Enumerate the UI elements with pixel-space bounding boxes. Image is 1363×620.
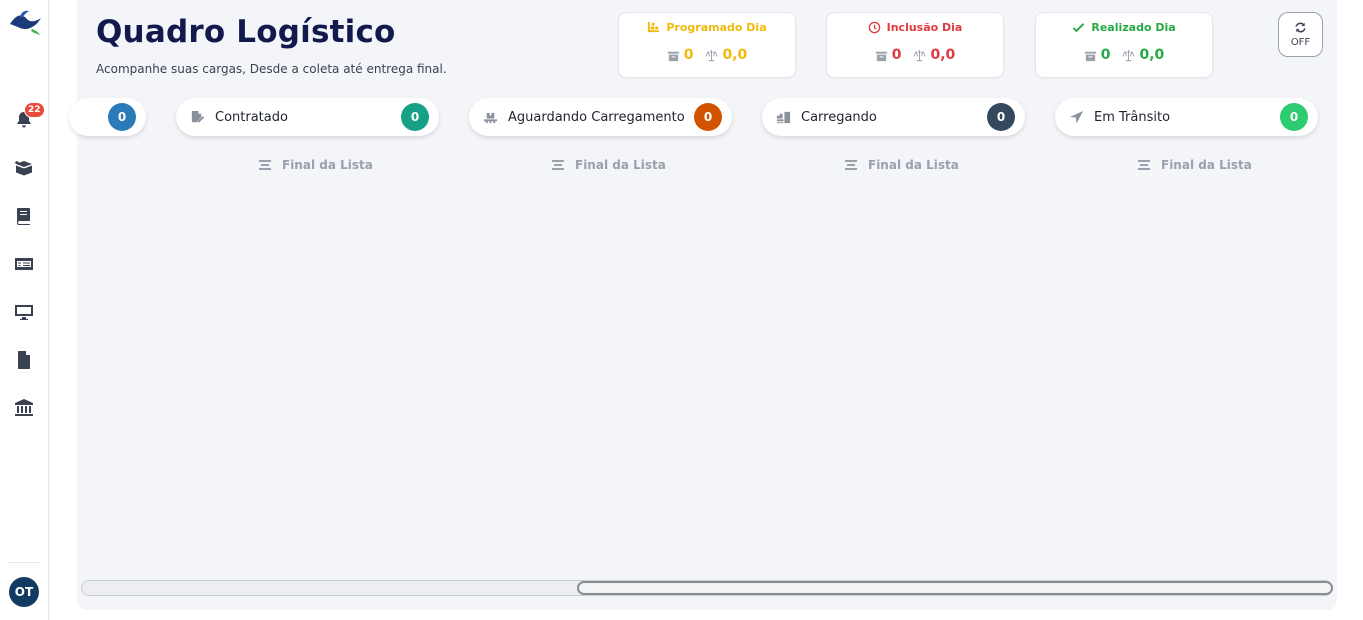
stat-card-programado: Programado Dia 0 0,0 <box>618 12 796 78</box>
column-count-badge: 0 <box>987 103 1015 131</box>
dolly-icon <box>648 21 660 33</box>
align-center-icon <box>1138 160 1150 170</box>
balance-scale-icon <box>1122 49 1136 61</box>
column-count-badge: 0 <box>401 103 429 131</box>
notifications-button[interactable]: 22 <box>12 102 45 132</box>
align-center-icon <box>552 160 564 170</box>
sidebar-item-livros[interactable] <box>12 204 36 228</box>
column-count-badge: 0 <box>1280 103 1308 131</box>
auto-refresh-toggle[interactable]: OFF <box>1278 12 1323 57</box>
end-of-list-text: Final da Lista <box>868 158 959 172</box>
sidebar: 22 OT <box>0 0 49 620</box>
column-count-badge: 0 <box>108 103 136 131</box>
stat-card-inclusao: Inclusão Dia 0 0,0 <box>826 12 1004 78</box>
page-subtitle: Acompanhe suas cargas, Desde a coleta at… <box>96 62 447 76</box>
notification-count-badge: 22 <box>24 102 45 118</box>
column-label: Contratado <box>215 109 288 125</box>
align-center-icon <box>259 160 271 170</box>
align-center-icon <box>845 160 857 170</box>
end-of-list-aguardando: Final da Lista <box>551 158 666 172</box>
stat-weight: 0,0 <box>1139 47 1165 63</box>
column-label: Carregando <box>801 109 877 125</box>
user-avatar[interactable]: OT <box>9 577 39 607</box>
column-header-partial[interactable]: 0 <box>69 98 146 136</box>
check-icon <box>1073 23 1085 33</box>
clock-icon <box>868 21 880 34</box>
sidebar-item-monitor[interactable] <box>12 300 36 324</box>
column-label: Em Trânsito <box>1094 109 1171 125</box>
column-header-contratado[interactable]: Contratado 0 <box>176 98 439 136</box>
stat-count: 0 <box>1100 47 1111 63</box>
box-icon <box>667 51 679 61</box>
loading-truck-icon <box>776 111 791 123</box>
end-of-list-carregando: Final da Lista <box>844 158 959 172</box>
location-arrow-icon <box>1069 110 1084 124</box>
stat-count: 0 <box>683 47 694 63</box>
stat-card-realizado: Realizado Dia 0 0,0 <box>1035 12 1213 78</box>
auto-refresh-state: OFF <box>1290 37 1311 48</box>
file-icon <box>18 351 30 369</box>
stat-label: Programado Dia <box>666 21 767 34</box>
sidebar-item-financeiro[interactable] <box>12 252 36 276</box>
end-of-list-text: Final da Lista <box>282 158 373 172</box>
sidebar-item-cargas[interactable] <box>12 156 36 180</box>
stat-label: Inclusão Dia <box>886 21 963 34</box>
column-count-badge: 0 <box>694 103 722 131</box>
column-header-aguardando-carregamento[interactable]: Aguardando Carregamento 0 <box>469 98 732 136</box>
desktop-icon <box>15 305 33 320</box>
stat-weight: 0,0 <box>930 47 956 63</box>
page-title: Quadro Logístico <box>96 14 396 50</box>
scrollbar-thumb[interactable] <box>577 581 1333 595</box>
bank-icon <box>15 399 33 416</box>
sidebar-item-documentos[interactable] <box>12 348 36 372</box>
pallet-icon <box>483 112 498 123</box>
main-board: Quadro Logístico Acompanhe suas cargas, … <box>69 0 1337 610</box>
end-of-list-text: Final da Lista <box>575 158 666 172</box>
sidebar-item-banco[interactable] <box>12 396 36 420</box>
money-check-icon <box>15 258 33 270</box>
end-of-list-contratado: Final da Lista <box>258 158 373 172</box>
file-signature-icon <box>191 110 205 122</box>
end-of-list-text: Final da Lista <box>1161 158 1252 172</box>
sync-icon <box>1295 22 1306 33</box>
end-of-list-em-transito: Final da Lista <box>1137 158 1252 172</box>
column-header-carregando[interactable]: Carregando 0 <box>762 98 1025 136</box>
box-icon <box>1084 51 1096 61</box>
box-icon <box>875 51 887 61</box>
stat-weight: 0,0 <box>722 47 748 63</box>
horizontal-scrollbar[interactable] <box>81 580 1333 596</box>
book-icon <box>17 208 30 225</box>
sidebar-divider <box>8 562 40 563</box>
balance-scale-icon <box>705 49 719 61</box>
stat-label: Realizado Dia <box>1091 21 1176 34</box>
column-label: Aguardando Carregamento <box>508 109 685 125</box>
box-open-icon <box>14 161 32 176</box>
bird-logo[interactable] <box>8 8 42 38</box>
balance-scale-icon <box>913 49 927 61</box>
stat-count: 0 <box>891 47 902 63</box>
column-header-em-transito[interactable]: Em Trânsito 0 <box>1055 98 1318 136</box>
